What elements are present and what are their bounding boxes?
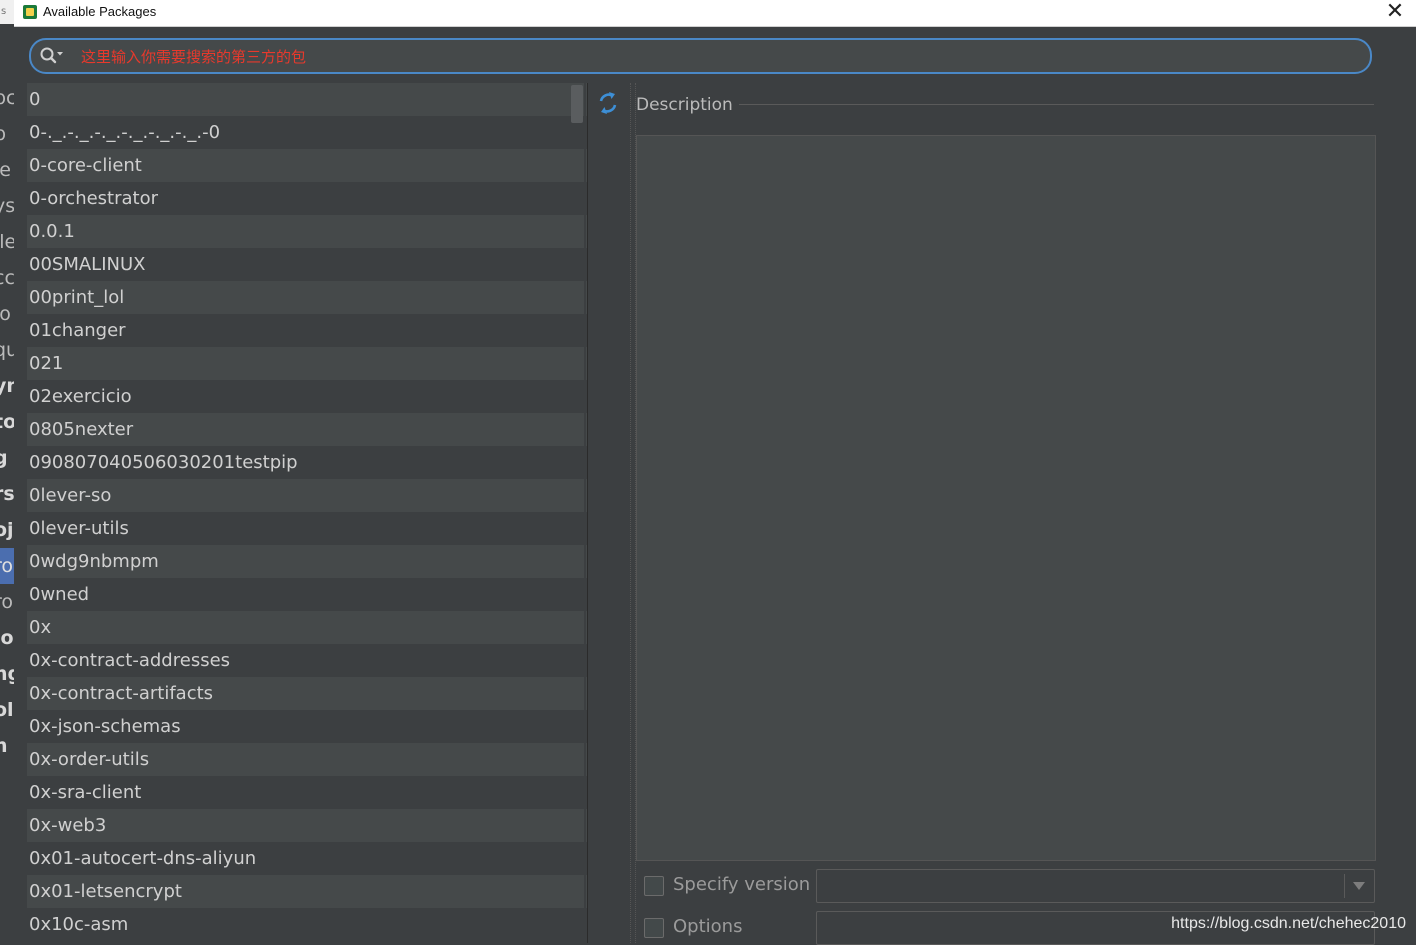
package-list-item[interactable]: 0x-order-utils: [27, 743, 599, 776]
package-list-item[interactable]: 0x-contract-artifacts: [27, 677, 599, 710]
package-list-item[interactable]: 01changer: [27, 314, 599, 347]
package-list-item[interactable]: 0805nexter: [27, 413, 599, 446]
package-list-item[interactable]: 0lever-so: [27, 479, 599, 512]
version-select-separator: [1344, 874, 1345, 898]
package-list-item[interactable]: 0x-sra-client: [27, 776, 599, 809]
background-label: ys: [0, 195, 14, 217]
background-label: ro: [0, 548, 14, 584]
background-label: lo: [0, 627, 14, 649]
package-list-item[interactable]: 0x10c-asm: [27, 908, 599, 941]
background-label: qu: [0, 339, 14, 361]
background-label: ols: [0, 699, 14, 721]
window-title: Available Packages: [43, 4, 157, 19]
options-label: Options: [673, 916, 743, 937]
package-list-item[interactable]: 02exercicio: [27, 380, 599, 413]
description-panel: [636, 135, 1376, 861]
package-list-item[interactable]: 0x01-autocert-dns-aliyun: [27, 842, 599, 875]
package-list-item[interactable]: 0lever-utils: [27, 512, 599, 545]
background-label: io: [0, 303, 11, 325]
package-list-item[interactable]: 0x-contract-addresses: [27, 644, 599, 677]
version-select[interactable]: [816, 869, 1375, 903]
background-label: le: [0, 159, 11, 181]
package-list-item[interactable]: 0x01-letsencrypt: [27, 875, 599, 908]
background-window-topbar: s: [0, 0, 14, 24]
background-label: yn: [0, 375, 14, 397]
background-label: ro: [0, 591, 14, 613]
description-title: Description: [636, 95, 733, 115]
package-list-item[interactable]: 021: [27, 347, 599, 380]
background-label: ile: [0, 231, 14, 253]
description-divider: [739, 104, 1374, 105]
pycharm-app-icon: [23, 5, 37, 19]
background-label: to: [0, 411, 14, 433]
search-box[interactable]: [29, 38, 1372, 74]
package-list-item[interactable]: 090807040506030201testpip: [27, 446, 599, 479]
package-list-item[interactable]: 0-._.-._.-._.-._.-._.-._.-0: [27, 116, 599, 149]
specify-version-checkbox[interactable]: [644, 876, 664, 896]
package-list-item[interactable]: 0-core-client: [27, 149, 599, 182]
watermark: https://blog.csdn.net/chehec2010: [1171, 915, 1406, 932]
package-list-item[interactable]: 0x-web3: [27, 809, 599, 842]
package-list-item[interactable]: 0wdg9nbmpm: [27, 545, 599, 578]
background-label: cc: [0, 267, 14, 289]
reload-icon[interactable]: [596, 91, 620, 115]
package-toolbar: [587, 83, 630, 943]
close-icon[interactable]: ✕: [1384, 0, 1406, 24]
package-list[interactable]: 0 0-._.-._.-._.-._.-._.-._.-0 0-core-clien…: [27, 83, 599, 943]
package-list-item[interactable]: 0-orchestrator: [27, 182, 599, 215]
background-label: g: [0, 447, 8, 469]
specify-version-label: Specify version: [673, 874, 811, 895]
background-label: ng: [0, 663, 14, 685]
package-list-item[interactable]: 0: [27, 83, 599, 116]
chevron-down-icon[interactable]: [1353, 882, 1365, 890]
package-list-item[interactable]: 00print_lol: [27, 281, 599, 314]
scrollbar-track[interactable]: [584, 83, 586, 943]
background-label: rsi: [0, 483, 14, 505]
options-checkbox[interactable]: [644, 918, 664, 938]
scrollbar-thumb[interactable]: [571, 85, 583, 123]
package-list-item[interactable]: 0x-json-schemas: [27, 710, 599, 743]
background-label: n: [0, 735, 8, 757]
background-label: pc: [0, 87, 14, 109]
available-packages-dialog: Available Packages ✕ 00-._.-._.-._.-._.-…: [14, 0, 1416, 945]
search-input[interactable]: [81, 44, 1351, 70]
package-list-item[interactable]: 0.0.1: [27, 215, 599, 248]
package-list-item[interactable]: 00SMALINUX: [27, 248, 599, 281]
package-list-item[interactable]: 0x: [27, 611, 599, 644]
background-label: p: [0, 123, 7, 145]
background-window-strip: s pc p le ys ile cc io qu yn to g rsi oje ro ro lo ng ols…: [0, 0, 14, 943]
search-icon[interactable]: [39, 46, 63, 66]
package-list-item[interactable]: 0wned: [27, 578, 599, 611]
background-label: oje: [0, 519, 14, 541]
title-bar: Available Packages ✕: [14, 0, 1416, 27]
